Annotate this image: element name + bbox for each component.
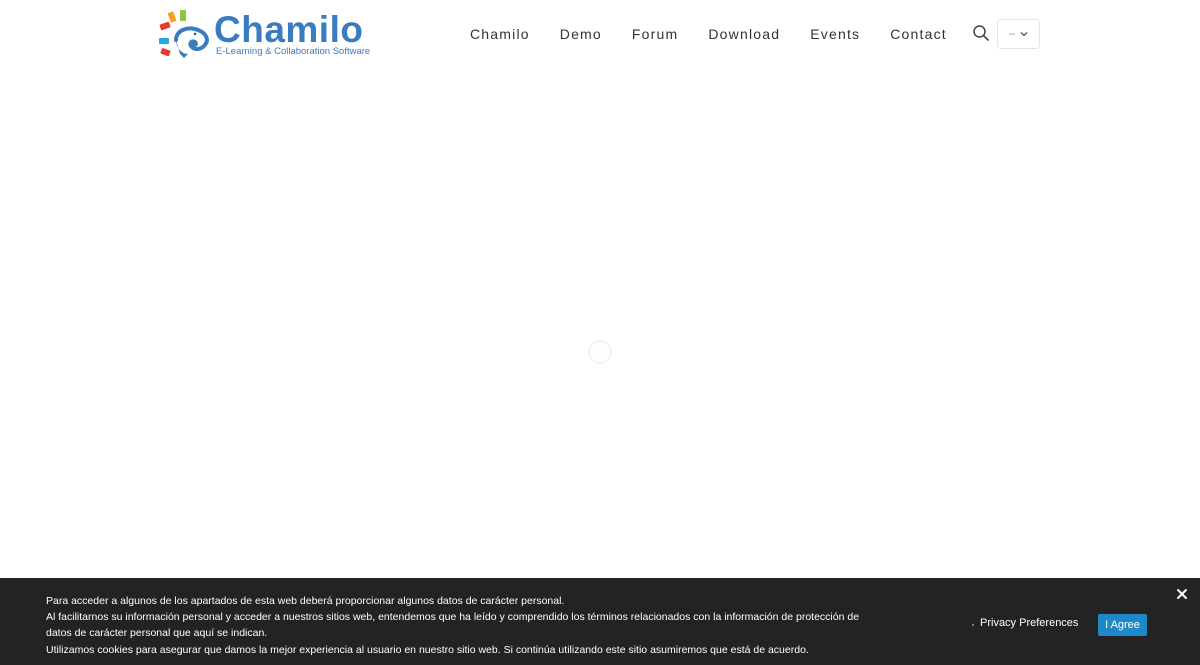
nav-item-demo[interactable]: Demo <box>560 26 602 42</box>
cookie-notice-text: Para acceder a algunos de los apartados … <box>46 593 886 658</box>
agree-button[interactable]: I Agree <box>1098 614 1147 636</box>
loading-spinner <box>588 340 612 364</box>
main-nav: Chamilo Demo Forum Download Events Conta… <box>455 22 962 46</box>
close-icon[interactable] <box>1175 587 1189 601</box>
privacy-preferences-link[interactable]: Privacy Preferences <box>980 617 1078 629</box>
logo-wordmark: Chamilo <box>214 9 364 50</box>
language-select[interactable]: – <box>997 19 1040 49</box>
nav-item-contact[interactable]: Contact <box>890 26 947 42</box>
site-logo[interactable]: Chamilo E-Learning & Collaboration Softw… <box>158 10 378 60</box>
nav-item-forum[interactable]: Forum <box>632 26 678 42</box>
privacy-separator <box>972 624 974 626</box>
nav-item-download[interactable]: Download <box>708 26 780 42</box>
cookie-notice-line: Al facilitarnos su información personal … <box>46 611 860 640</box>
cookie-notice-line: Para acceder a algunos de los apartados … <box>46 595 565 607</box>
search-icon[interactable] <box>972 24 990 42</box>
page: Chamilo E-Learning & Collaboration Softw… <box>0 0 1200 665</box>
cookie-notice: Para acceder a algunos de los apartados … <box>0 578 1200 665</box>
chevron-down-icon <box>1020 32 1028 37</box>
chameleon-logo-icon <box>159 10 209 58</box>
logo-tagline: E-Learning & Collaboration Software <box>216 46 371 57</box>
nav-item-chamilo[interactable]: Chamilo <box>470 26 530 42</box>
nav-item-events[interactable]: Events <box>810 26 860 42</box>
cookie-notice-line: Utilizamos cookies para asegurar que dam… <box>46 643 809 656</box>
site-header: Chamilo E-Learning & Collaboration Softw… <box>0 0 1200 70</box>
language-select-value: – <box>1008 28 1016 40</box>
